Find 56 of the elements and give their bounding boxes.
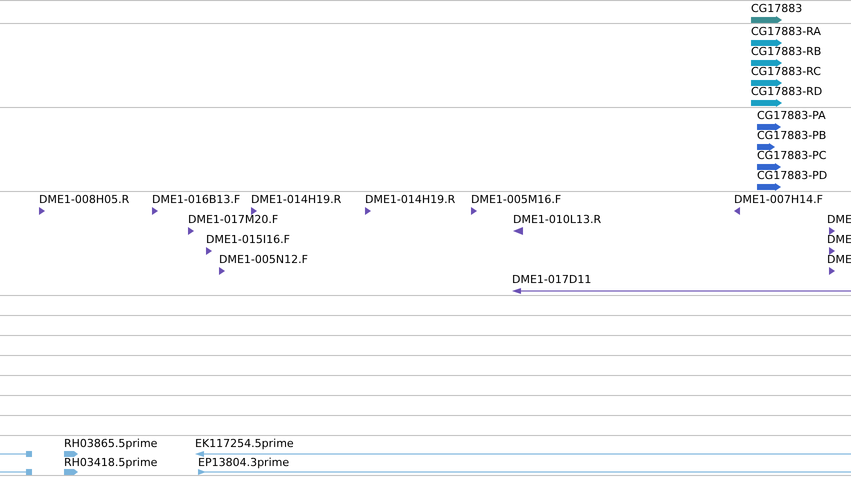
right-arrow-feature-icon	[64, 468, 78, 475]
right-arrow-feature-icon	[39, 207, 45, 215]
right-arrow-feature-icon	[757, 143, 775, 151]
feature-label[interactable]: DME1-014H19.R	[365, 193, 456, 206]
right-arrow-feature-icon	[757, 123, 781, 131]
feature-label[interactable]: DME	[827, 233, 851, 246]
feature-label[interactable]: DME1-017D11	[512, 273, 592, 286]
feature-label[interactable]: DME1-010L13.R	[513, 213, 602, 226]
left-arrow-feature-icon	[0, 468, 32, 475]
right-arrow-feature-icon	[219, 267, 225, 275]
feature-label[interactable]: DME1-016B13.F	[152, 193, 240, 206]
feature-label[interactable]: DME1-015I16.F	[206, 233, 290, 246]
left-arrow-feature-icon	[734, 207, 740, 215]
feature-label[interactable]: CG17883-PC	[757, 149, 826, 162]
right-arrow-feature-icon	[206, 247, 212, 255]
right-arrow-feature-icon	[471, 207, 477, 215]
right-arrow-feature-icon	[751, 99, 782, 107]
feature-label[interactable]: CG17883-PB	[757, 129, 826, 142]
right-arrow-feature-icon	[188, 227, 194, 235]
feature-label[interactable]: EP13804.3prime	[198, 456, 290, 469]
right-arrow-feature-icon	[751, 59, 782, 67]
right-arrow-feature-icon	[751, 79, 782, 87]
right-arrow-feature-icon	[365, 207, 371, 215]
feature-label[interactable]: DME1-005M16.F	[471, 193, 562, 206]
left-arrow-feature-icon	[513, 227, 523, 235]
right-arrow-feature-icon	[829, 227, 835, 235]
right-arrow-feature-icon	[198, 468, 851, 475]
feature-label[interactable]: CG17883	[751, 2, 802, 15]
feature-label[interactable]: DME1-014H19.R	[251, 193, 342, 206]
feature-label[interactable]: DME1-005N12.F	[219, 253, 308, 266]
feature-label[interactable]: DME1-007H14.F	[734, 193, 823, 206]
right-arrow-feature-icon	[152, 207, 158, 215]
feature-label[interactable]: CG17883-RD	[751, 85, 822, 98]
feature-label[interactable]: DME	[827, 213, 851, 226]
right-arrow-feature-icon	[751, 39, 782, 47]
feature-label[interactable]: RH03865.5prime	[64, 437, 158, 450]
feature-label[interactable]: CG17883-PD	[757, 169, 828, 182]
right-arrow-feature-icon	[829, 267, 835, 275]
feature-label[interactable]: RH03418.5prime	[64, 456, 158, 469]
feature-label[interactable]: DME1-017M20.F	[188, 213, 278, 226]
left-arrow-feature-icon	[512, 287, 851, 295]
right-arrow-feature-icon	[829, 247, 835, 255]
feature-label[interactable]: CG17883-RB	[751, 45, 822, 58]
feature-label[interactable]: EK117254.5prime	[195, 437, 294, 450]
right-arrow-feature-icon	[757, 183, 781, 191]
feature-label[interactable]: CG17883-RA	[751, 25, 821, 38]
right-arrow-feature-icon	[751, 16, 782, 23]
feature-label[interactable]: DME1-008H05.R	[39, 193, 130, 206]
right-arrow-feature-icon	[757, 163, 781, 171]
feature-label[interactable]: DME	[827, 253, 851, 266]
right-arrow-feature-icon	[251, 207, 257, 215]
left-arrow-feature-icon	[195, 450, 851, 458]
feature-label[interactable]: CG17883-RC	[751, 65, 821, 78]
left-arrow-feature-icon	[0, 450, 32, 458]
feature-label[interactable]: CG17883-PA	[757, 109, 826, 122]
right-arrow-feature-icon	[64, 450, 78, 458]
